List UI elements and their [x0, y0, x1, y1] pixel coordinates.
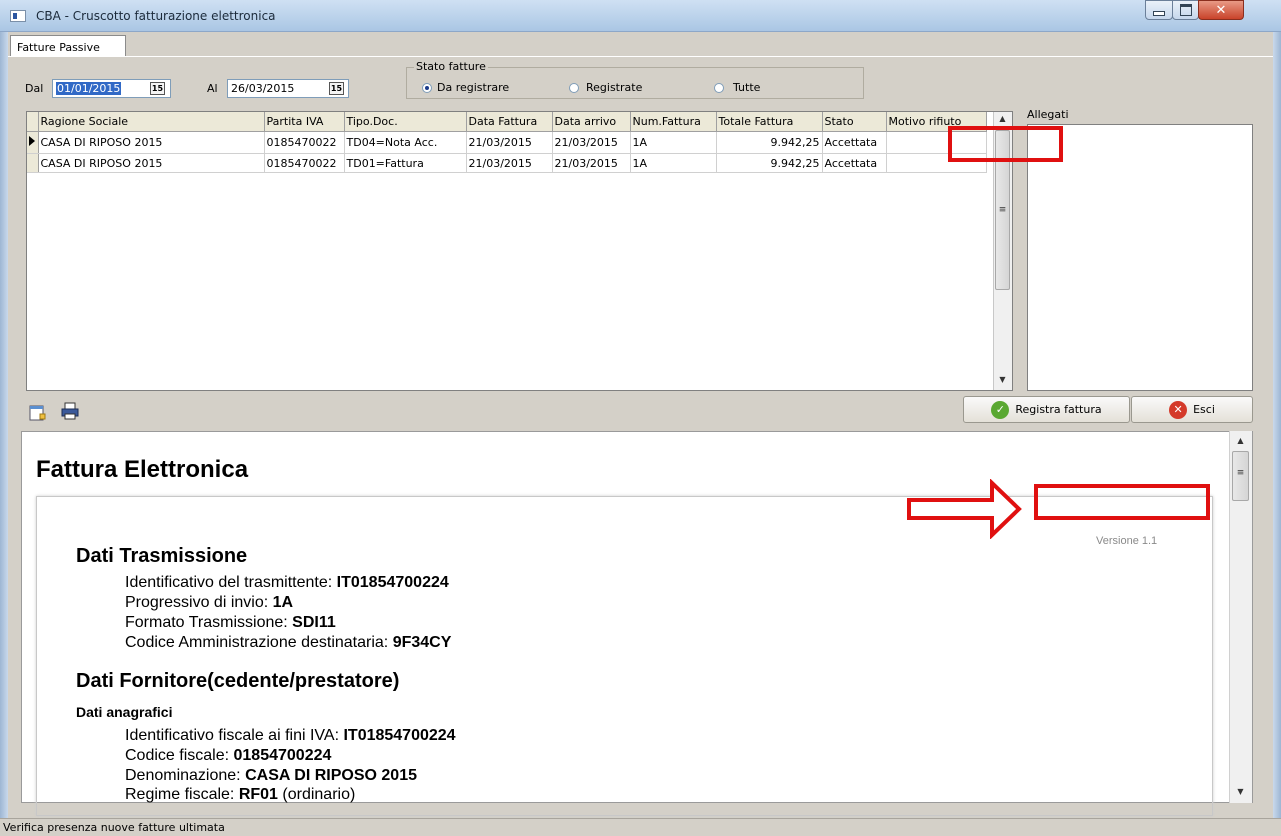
table-cell[interactable]: 9.942,25 [716, 131, 823, 154]
table-cell[interactable]: CASA DI RIPOSO 2015 [38, 131, 265, 154]
table-cell[interactable]: 1A [630, 153, 717, 173]
codice-amministrazione-line: Codice Amministrazione destinataria: 9F3… [125, 634, 452, 651]
radio-tutte[interactable] [714, 83, 724, 93]
radio-da-registrare[interactable] [422, 83, 432, 93]
annotation-arrow-icon [906, 478, 1022, 540]
column-header[interactable]: Ragione Sociale [38, 112, 265, 132]
formato-line: Formato Trasmissione: SDI11 [125, 614, 336, 631]
table-cell[interactable]: 1A [630, 131, 717, 154]
dal-label: Dal [25, 82, 44, 95]
version-label: Versione 1.1 [1096, 535, 1158, 547]
close-icon: ✕ [1215, 2, 1227, 18]
dal-date-value: 01/01/2015 [56, 82, 122, 95]
radio-registrate-label[interactable]: Registrate [586, 81, 642, 94]
radio-tutte-label[interactable]: Tutte [733, 81, 760, 94]
doc-scroll-down-icon[interactable]: ▼ [1232, 787, 1249, 796]
doc-scroll-up-icon[interactable]: ▲ [1232, 436, 1249, 445]
table-cell[interactable]: TD01=Fattura [344, 153, 467, 173]
radio-registrate[interactable] [569, 83, 579, 93]
esci-label: Esci [1193, 403, 1215, 416]
window-title: CBA - Cruscotto fatturazione elettronica [36, 9, 276, 23]
codice-fiscale-line: Codice fiscale: 01854700224 [125, 747, 332, 764]
current-row-indicator-icon [27, 131, 39, 154]
section-heading-fornitore: Dati Fornitore(cedente/prestatore) [76, 670, 400, 692]
doc-scroll-grip-icon: ≡ [1236, 468, 1245, 478]
highlight-box-version [1034, 484, 1210, 520]
allegati-list[interactable] [1027, 124, 1253, 391]
table-row[interactable]: CASA DI RIPOSO 2015 0185470022 TD01=Fatt… [27, 153, 987, 173]
subheading-dati-anagrafici: Dati anagrafici [76, 704, 173, 720]
column-header[interactable]: Num.Fattura [630, 112, 717, 132]
table-cell[interactable]: Accettata [822, 131, 887, 154]
window-frame-left [0, 32, 8, 836]
table-cell[interactable]: TD04=Nota Acc. [344, 131, 467, 154]
stato-fatture-label: Stato fatture [414, 60, 488, 73]
minimize-icon [1153, 10, 1165, 16]
esci-button[interactable]: ✕ Esci [1131, 396, 1253, 423]
print-icon[interactable] [60, 401, 80, 421]
exit-icon: ✕ [1169, 400, 1188, 419]
identificativo-iva-line: Identificativo fiscale ai fini IVA: IT01… [125, 727, 456, 744]
table-cell[interactable]: 21/03/2015 [552, 131, 631, 154]
column-header[interactable]: Partita IVA [264, 112, 345, 132]
close-button[interactable]: ✕ [1198, 0, 1244, 20]
row-indicator-header [27, 112, 39, 132]
table-cell[interactable]: 0185470022 [264, 131, 345, 154]
dal-calendar-icon[interactable]: 15 [150, 82, 165, 95]
tab-fatture-passive[interactable]: Fatture Passive [10, 35, 126, 56]
regime-fiscale-line: Regime fiscale: RF01 (ordinario) [125, 786, 356, 803]
maximize-icon [1179, 4, 1192, 16]
grid-header-row: Ragione Sociale Partita IVA Tipo.Doc. Da… [27, 112, 987, 132]
column-header[interactable]: Tipo.Doc. [344, 112, 467, 132]
table-cell[interactable]: 0185470022 [264, 153, 345, 173]
allegati-label: Allegati [1027, 108, 1069, 121]
window-frame-right [1273, 32, 1281, 836]
scroll-grip-icon: ≡ [998, 205, 1007, 215]
al-date-value: 26/03/2015 [231, 82, 295, 95]
table-row[interactable]: CASA DI RIPOSO 2015 0185470022 TD04=Nota… [27, 131, 987, 154]
table-cell[interactable]: 9.942,25 [716, 153, 823, 173]
new-document-icon[interactable] [27, 402, 47, 422]
minimize-button[interactable] [1145, 0, 1173, 20]
al-calendar-icon[interactable]: 15 [329, 82, 344, 95]
row-indicator [27, 153, 39, 173]
tab-strip [8, 32, 1273, 56]
denominazione-line: Denominazione: CASA DI RIPOSO 2015 [125, 767, 417, 784]
al-label: Al [207, 82, 218, 95]
status-bar: Verifica presenza nuove fatture ultimata [0, 818, 1281, 836]
fatture-grid[interactable]: Ragione Sociale Partita IVA Tipo.Doc. Da… [26, 111, 1013, 391]
column-header[interactable]: Data arrivo [552, 112, 631, 132]
table-cell[interactable]: 21/03/2015 [552, 153, 631, 173]
registra-fattura-label: Registra fattura [1015, 403, 1102, 416]
progressivo-line: Progressivo di invio: 1A [125, 594, 294, 611]
highlight-box-top [948, 126, 1063, 162]
column-header[interactable]: Data Fattura [466, 112, 553, 132]
section-heading-trasmissione: Dati Trasmissione [76, 545, 248, 567]
maximize-button[interactable] [1172, 0, 1199, 20]
scroll-down-icon[interactable]: ▼ [995, 375, 1010, 384]
table-cell[interactable]: 21/03/2015 [466, 153, 553, 173]
column-header[interactable]: Stato [822, 112, 887, 132]
scroll-up-icon[interactable]: ▲ [995, 114, 1010, 123]
column-header[interactable]: Totale Fattura [716, 112, 823, 132]
check-icon: ✓ [991, 400, 1010, 419]
trasmittente-line: Identificativo del trasmittente: IT01854… [125, 574, 449, 591]
table-cell[interactable]: Accettata [822, 153, 887, 173]
app-icon[interactable] [10, 10, 26, 22]
document-title: Fattura Elettronica [36, 456, 249, 483]
table-cell[interactable]: 21/03/2015 [466, 131, 553, 154]
table-cell[interactable]: CASA DI RIPOSO 2015 [38, 153, 265, 173]
radio-da-registrare-label[interactable]: Da registrare [437, 81, 509, 94]
registra-fattura-button[interactable]: ✓ Registra fattura [963, 396, 1130, 423]
